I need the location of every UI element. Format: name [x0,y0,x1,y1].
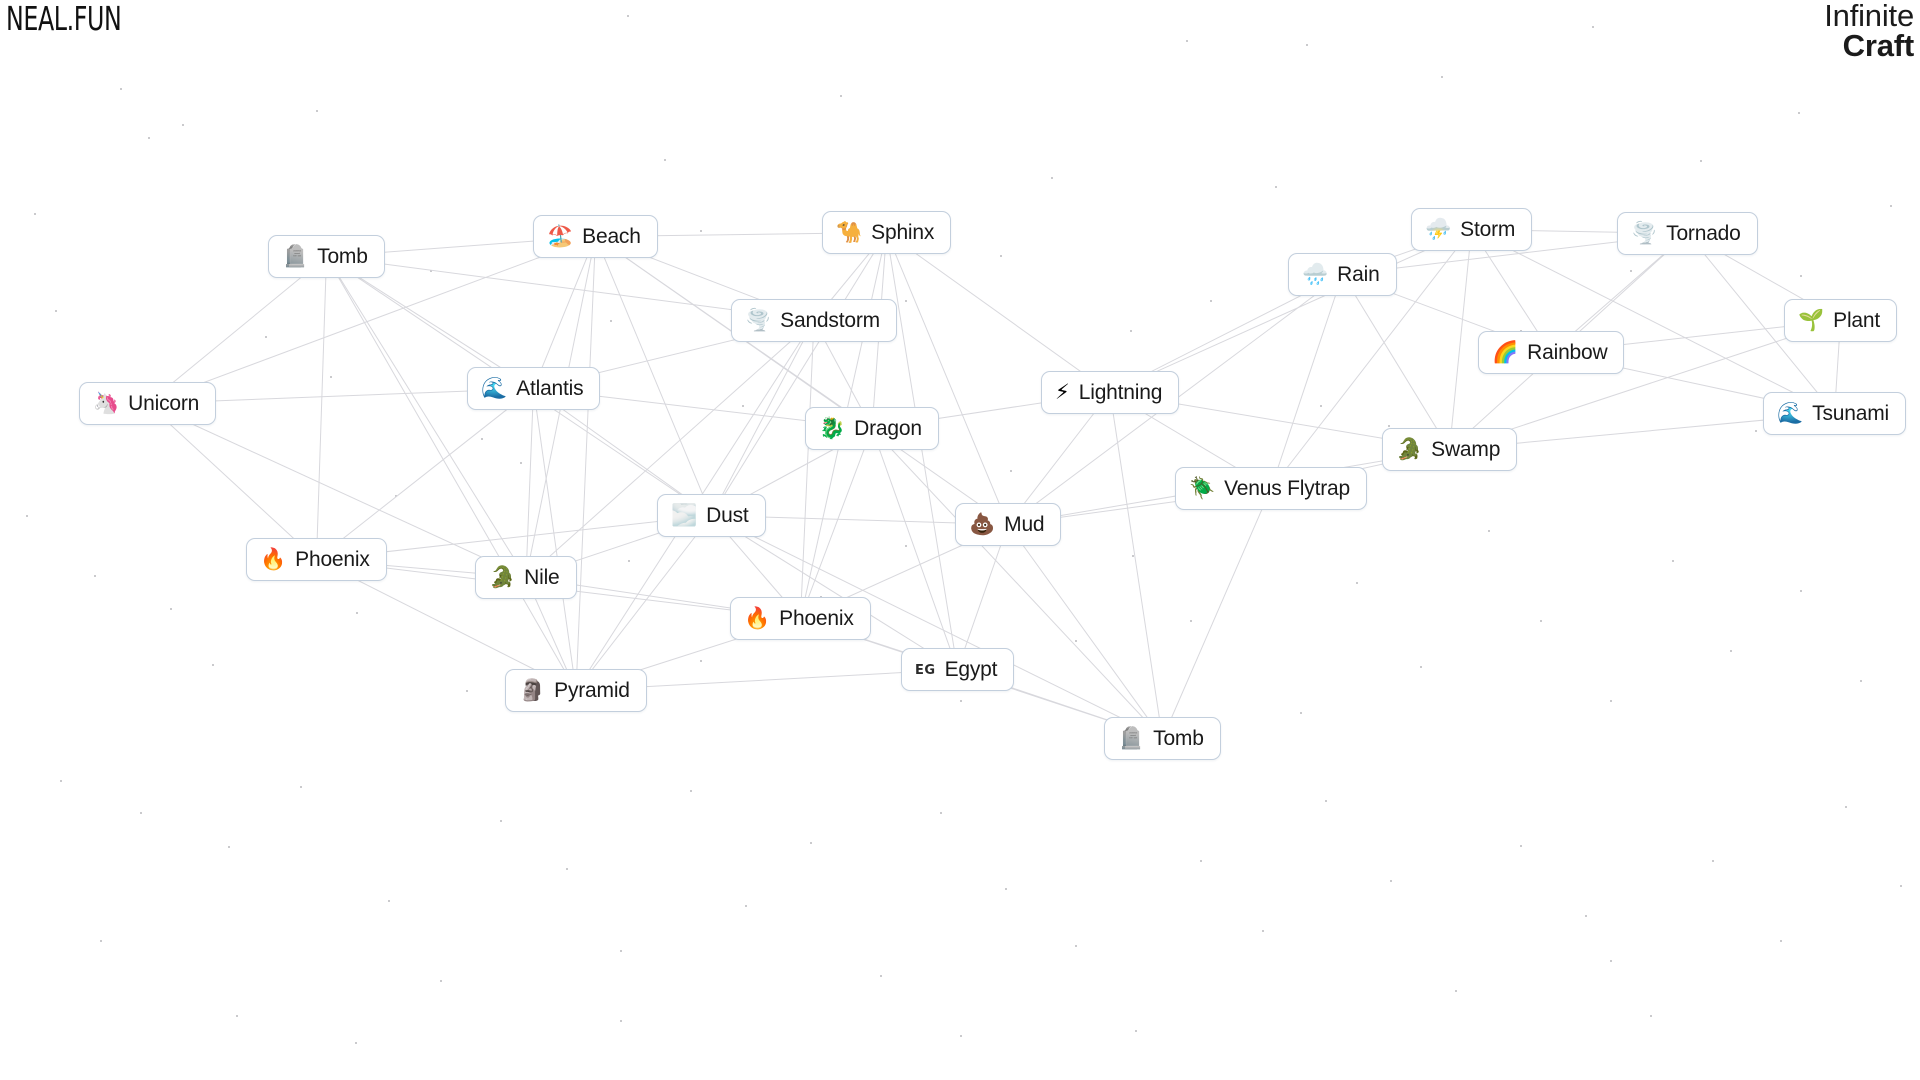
element-node-sandstorm[interactable]: 🌪️ Sandstorm [731,299,897,342]
dragon-icon: 🐉 [819,416,846,440]
element-node-label: Venus Flytrap [1224,476,1350,500]
element-node-plant[interactable]: 🌱 Plant [1784,299,1898,342]
crocodile-icon: 🐊 [489,565,516,589]
element-node-layer[interactable]: 🪦 Tomb 🏖️ Beach 🐪 Sphinx ⛈️ Storm 🌪️ Tornado 🌧️ Rai… [0,0,1920,1080]
element-node-tomb-bottom[interactable]: 🪦 Tomb [1104,717,1221,760]
element-node-storm[interactable]: ⛈️ Storm [1411,208,1533,251]
element-node-label: Egypt [944,657,998,681]
wave-icon: 🌊 [481,376,508,400]
crocodile-icon: 🐊 [1396,437,1423,461]
element-node-label: Nile [524,565,560,589]
element-node-sphinx[interactable]: 🐪 Sphinx [822,211,952,254]
element-node-label: Dragon [854,416,922,440]
wave-icon: 🌊 [1777,401,1804,425]
camel-icon: 🐪 [836,220,863,244]
element-node-label: Phoenix [295,547,370,571]
storm-cloud-icon: ⛈️ [1425,217,1452,241]
element-node-unicorn[interactable]: 🦄 Unicorn [79,382,217,425]
element-node-pyramid[interactable]: 🗿 Pyramid [505,669,647,712]
infinite-craft-logo: Infinite Craft [1824,0,1915,64]
element-node-label: Rainbow [1527,340,1608,364]
element-node-label: Swamp [1431,437,1501,461]
element-node-label: Rain [1337,262,1380,286]
element-node-venus-flytrap[interactable]: 🪲 Venus Flytrap [1175,467,1367,510]
lightning-bolt-icon: ⚡ [1055,380,1070,404]
tornado-icon: 🌪️ [1631,221,1658,245]
element-node-label: Beach [582,224,641,248]
element-node-label: Sandstorm [780,308,880,332]
fire-icon: 🔥 [744,606,771,630]
beetle-icon: 🪲 [1189,476,1216,500]
element-node-rainbow[interactable]: 🌈 Rainbow [1478,331,1625,374]
rainbow-icon: 🌈 [1492,340,1519,364]
element-node-label: Pyramid [554,678,630,702]
element-node-tornado[interactable]: 🌪️ Tornado [1617,212,1758,255]
fog-icon: 🌫️ [671,503,698,527]
element-node-phoenix-mid[interactable]: 🔥 Phoenix [730,597,871,640]
element-node-label: Mud [1004,512,1045,536]
neal-fun-logo[interactable]: NEAL.FUN [6,0,122,39]
moai-icon: 🗿 [519,678,546,702]
element-node-tsunami[interactable]: 🌊 Tsunami [1763,392,1906,435]
element-node-egypt[interactable]: EG Egypt [901,648,1015,691]
flag-egypt-icon: EG [915,663,936,678]
element-node-lightning[interactable]: ⚡ Lightning [1041,371,1180,414]
logo-line-infinite: Infinite [1824,0,1914,33]
element-node-swamp[interactable]: 🐊 Swamp [1382,428,1518,471]
element-node-beach[interactable]: 🏖️ Beach [533,215,658,258]
element-node-label: Tomb [317,244,368,268]
element-node-label: Phoenix [779,606,854,630]
element-node-label: Lightning [1078,380,1163,404]
poop-icon: 💩 [969,512,996,536]
element-node-mud[interactable]: 💩 Mud [955,503,1062,546]
element-node-label: Tsunami [1812,401,1889,425]
beach-icon: 🏖️ [547,224,574,248]
infinite-craft-canvas[interactable]: NEAL.FUN Infinite Craft 🪦 Tomb 🏖️ Beach 🐪 Sph… [0,0,1920,1080]
element-node-phoenix-left[interactable]: 🔥 Phoenix [246,538,387,581]
tornado-icon: 🌪️ [745,308,772,332]
element-node-label: Storm [1460,217,1516,241]
element-node-label: Unicorn [128,391,200,415]
unicorn-icon: 🦄 [93,391,120,415]
logo-line-craft: Craft [1842,28,1915,64]
element-node-tomb-top[interactable]: 🪦 Tomb [268,235,385,278]
seedling-icon: 🌱 [1798,308,1825,332]
element-node-label: Sphinx [871,220,935,244]
element-node-label: Atlantis [516,376,584,400]
element-node-dust[interactable]: 🌫️ Dust [657,494,766,537]
rain-cloud-icon: 🌧️ [1302,262,1329,286]
element-node-rain[interactable]: 🌧️ Rain [1288,253,1397,296]
headstone-icon: 🪦 [1118,726,1145,750]
element-node-label: Plant [1833,308,1881,332]
element-node-nile[interactable]: 🐊 Nile [475,556,577,599]
element-node-label: Tornado [1666,221,1741,245]
element-node-dragon[interactable]: 🐉 Dragon [805,407,939,450]
element-node-label: Tomb [1153,726,1204,750]
element-node-atlantis[interactable]: 🌊 Atlantis [467,367,601,410]
element-node-label: Dust [706,503,749,527]
headstone-icon: 🪦 [282,244,309,268]
fire-icon: 🔥 [260,547,287,571]
